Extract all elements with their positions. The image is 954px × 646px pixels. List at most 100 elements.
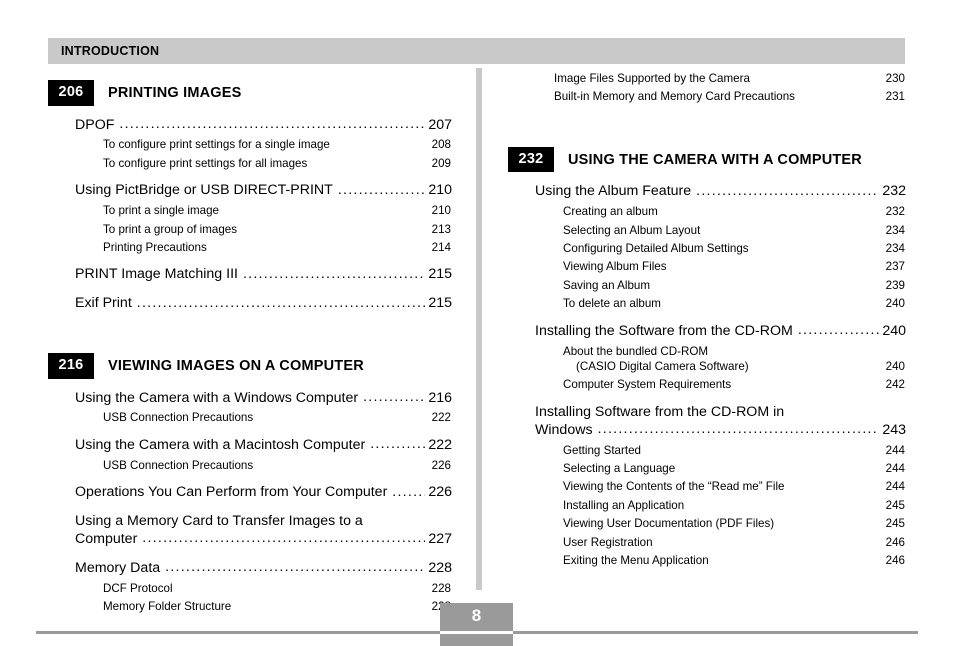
toc-entry-title: To print a group of images	[103, 222, 238, 236]
dot-leader	[338, 186, 426, 200]
toc-entry-title: (CASIO Digital Camera Software)	[576, 359, 749, 373]
toc-entry-title: Installing the Software from the CD-ROM	[535, 322, 793, 339]
toc-entry-title-line1: Using a Memory Card to Transfer Images t…	[75, 513, 363, 530]
page-number: 8	[471, 606, 482, 625]
toc-entry-main[interactable]: Operations You Can Perform from Your Com…	[75, 484, 452, 502]
toc-entry-sub[interactable]: User Registration 246	[563, 535, 906, 550]
toc-entry-sub[interactable]: Getting Started 244	[563, 443, 906, 458]
toc-entry-title-line2-row: Windows 243	[535, 422, 906, 440]
toc-entry-sub[interactable]: Built-in Memory and Memory Card Precauti…	[554, 89, 906, 104]
dot-leader	[696, 187, 879, 201]
toc-entry-title: User Registration	[563, 535, 653, 549]
toc-entry-main[interactable]: Using the Camera with a Windows Computer…	[75, 390, 452, 408]
toc-entry-page: 210	[428, 182, 452, 199]
toc-entry-page: 210	[431, 204, 451, 218]
toc-entry-title: To configure print settings for all imag…	[103, 156, 308, 170]
toc-entry-sub[interactable]: Image Files Supported by the Camera 230	[554, 71, 906, 86]
section-page-badge: 206	[48, 80, 94, 106]
toc-entry-title: Operations You Can Perform from Your Com…	[75, 484, 388, 501]
toc-entry-title: Using PictBridge or USB DIRECT-PRINT	[75, 182, 333, 199]
toc-column-left: 206 PRINTING IMAGES DPOF 207 To configure pr…	[48, 68, 452, 615]
toc-entry-page: 240	[882, 322, 906, 339]
dot-leader	[119, 120, 425, 134]
toc-entry-page: 232	[885, 205, 905, 219]
toc-entry-main[interactable]: Installing Software from the CD-ROM in Wi…	[535, 404, 906, 440]
toc-entry-title: Using the Album Feature	[535, 183, 692, 200]
toc-entry-sub[interactable]: Viewing the Contents of the “Read me” Fi…	[563, 479, 906, 494]
toc-entry-title-line2-row: Computer 227	[75, 531, 452, 549]
toc-entry-sub[interactable]: Selecting a Language 244	[563, 461, 906, 476]
toc-entry-page: 243	[882, 421, 906, 438]
section-heading[interactable]: 216 VIEWING IMAGES ON A COMPUTER	[48, 353, 452, 379]
toc-entry-title: Computer System Requirements	[563, 378, 732, 392]
toc-entry-sub[interactable]: To delete an album 240	[563, 296, 906, 311]
toc-entry-title: Viewing the Contents of the “Read me” Fi…	[563, 480, 785, 494]
toc-entry-sub[interactable]: USB Connection Precautions 222	[103, 410, 452, 425]
toc-entry-sub[interactable]: Viewing Album Files 237	[563, 259, 906, 274]
section-title: USING THE CAMERA WITH A COMPUTER	[568, 151, 862, 168]
page-number-box: 8	[440, 603, 513, 646]
toc-entry-sub[interactable]: To configure print settings for all imag…	[103, 156, 452, 171]
toc-entry-main[interactable]: Using the Camera with a Macintosh Comput…	[75, 437, 452, 455]
toc-entry-title: DPOF	[75, 116, 115, 133]
toc-entry-page: 231	[885, 90, 905, 104]
toc-entry-main[interactable]: PRINT Image Matching III 215	[75, 266, 452, 284]
toc-entry-sub[interactable]: Viewing User Documentation (PDF Files) 24…	[563, 516, 906, 531]
toc-entry-title: Windows	[535, 421, 593, 438]
toc-entry-sub[interactable]: Memory Folder Structure228	[103, 599, 452, 614]
toc-entry-page: 222	[431, 411, 451, 425]
toc-entry-page: 215	[428, 295, 452, 312]
toc-entry-sub[interactable]: Saving an Album 239	[563, 278, 906, 293]
toc-entry-sub[interactable]: Computer System Requirements 242	[563, 377, 906, 392]
toc-entry-sub[interactable]: Selecting an Album Layout 234	[563, 223, 906, 238]
toc-entry-title: Using the Camera with a Windows Computer	[75, 389, 359, 406]
toc-entry-page: 228	[428, 559, 452, 576]
toc-entry-sub[interactable]: To print a single image 210	[103, 203, 452, 218]
toc-entry-title-line1: About the bundled CD-ROM	[563, 344, 708, 358]
toc-entry-sub[interactable]: Printing Precautions 214	[103, 240, 452, 255]
dot-leader	[142, 535, 425, 549]
toc-entry-page: 244	[885, 461, 905, 475]
toc-entry-title: To delete an album	[563, 297, 661, 311]
toc-entry-page: 239	[885, 278, 905, 292]
toc-list-right: Image Files Supported by the Camera 230 Bu…	[508, 71, 906, 568]
toc-entry-main[interactable]: Using the Album Feature 232	[535, 183, 906, 201]
toc-entry-sub[interactable]: Installing an Application 245	[563, 498, 906, 513]
toc-entry-main[interactable]: Installing the Software from the CD-ROM 2…	[535, 323, 906, 341]
toc-entry-page: 240	[885, 297, 905, 311]
toc-entry-sub[interactable]: To print a group of images 213	[103, 222, 452, 237]
toc-entry-sub[interactable]: Creating an album 232	[563, 204, 906, 219]
toc-entry-title: Configuring Detailed Album Settings	[563, 242, 749, 256]
toc-entry-page: 226	[431, 458, 451, 472]
toc-entry-title: Selecting a Language	[563, 461, 676, 475]
toc-entry-title-line2-row: (CASIO Digital Camera Software) 240	[563, 359, 906, 374]
toc-entry-title: Image Files Supported by the Camera	[554, 72, 750, 85]
toc-entry-title: Printing Precautions	[103, 240, 207, 254]
toc-entry-page: 207	[428, 116, 452, 133]
toc-entry-title: Exif Print	[75, 295, 132, 312]
toc-entry-sub[interactable]: USB Connection Precautions 226	[103, 458, 452, 473]
toc-entry-sub[interactable]: Configuring Detailed Album Settings 234	[563, 241, 906, 256]
toc-entry-title: Memory Folder Structure	[103, 600, 232, 614]
toc-entry-main[interactable]: DPOF 207	[75, 117, 452, 135]
toc-entry-title: Creating an album	[563, 205, 658, 219]
column-divider	[476, 68, 482, 590]
toc-entry-sub[interactable]: To configure print settings for a single…	[103, 137, 452, 152]
section-heading[interactable]: 206 PRINTING IMAGES	[48, 80, 452, 106]
toc-entry-sub[interactable]: DCF Protocol 228	[103, 581, 452, 596]
running-header-label: INTRODUCTION	[61, 44, 160, 58]
toc-column-right: Image Files Supported by the Camera 230 Bu…	[508, 68, 906, 568]
dot-leader	[165, 564, 425, 578]
section-heading[interactable]: 232 USING THE CAMERA WITH A COMPUTER	[508, 146, 906, 173]
toc-entry-page: 242	[885, 378, 905, 392]
toc-entry-sub[interactable]: Exiting the Menu Application 246	[563, 553, 906, 568]
toc-entry-page: 216	[428, 389, 452, 406]
toc-entry-title: Computer	[75, 530, 138, 547]
toc-entry-main[interactable]: Using a Memory Card to Transfer Images t…	[75, 513, 452, 549]
toc-entry-page: 237	[885, 260, 905, 274]
toc-entry-main[interactable]: Using PictBridge or USB DIRECT-PRINT 210	[75, 182, 452, 200]
toc-entry-main[interactable]: Memory Data 228	[75, 560, 452, 578]
toc-entry-sub[interactable]: About the bundled CD-ROM (CASIO Digital C…	[563, 344, 906, 375]
toc-entry-page: 222	[428, 436, 452, 453]
toc-entry-main[interactable]: Exif Print 215	[75, 295, 452, 313]
